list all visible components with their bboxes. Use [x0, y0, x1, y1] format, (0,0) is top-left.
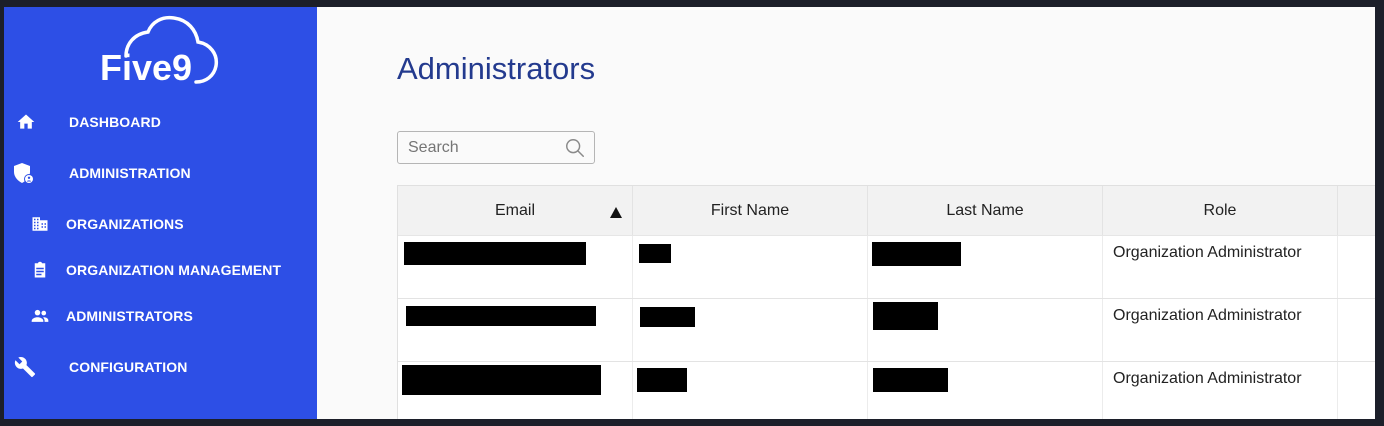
role-cell: Organization Administrator [1103, 362, 1338, 419]
sidebar-item-label: ADMINISTRATION [69, 165, 191, 181]
redacted-block [402, 365, 601, 395]
redacted-block [404, 242, 586, 265]
table-row[interactable]: Organization Administrator [398, 362, 1375, 419]
email-cell [398, 299, 633, 361]
redacted-block [637, 368, 687, 392]
sidebar-item-administrators[interactable]: ADMINISTRATORS [4, 299, 317, 333]
logo-text: Five9 [100, 47, 192, 88]
redacted-block [872, 242, 961, 266]
sidebar-item-administration[interactable]: ADMINISTRATION [4, 156, 317, 190]
table-row[interactable]: Organization Administrator [398, 299, 1375, 362]
last-name-cell [868, 299, 1103, 361]
clipboard-icon [28, 258, 52, 282]
app-window: Five9 DASHBOARD ADMINISTRATION ORGANIZAT… [0, 0, 1384, 426]
extra-cell [1338, 362, 1375, 419]
logo-cloud-icon: Five9 [100, 15, 219, 88]
first-name-cell [633, 362, 868, 419]
role-text: Organization Administrator [1113, 244, 1302, 261]
column-header-label: Email [494, 201, 535, 219]
search-icon[interactable] [564, 137, 586, 164]
sidebar-item-configuration[interactable]: CONFIGURATION [4, 350, 317, 384]
wrench-icon [13, 355, 37, 379]
first-name-cell [633, 299, 868, 361]
first-name-cell [633, 236, 868, 298]
people-icon [28, 304, 52, 328]
column-header-last-name[interactable]: Last Name [868, 186, 1103, 235]
column-header-extra [1338, 186, 1375, 235]
building-icon [28, 212, 52, 236]
page-title: Administrators [397, 51, 596, 86]
last-name-cell [868, 362, 1103, 419]
shield-user-icon [12, 161, 36, 185]
sidebar-item-organizations[interactable]: ORGANIZATIONS [4, 207, 317, 241]
email-cell [398, 236, 633, 298]
sidebar-item-organization-management[interactable]: ORGANIZATION MANAGEMENT [4, 253, 317, 287]
search-box[interactable] [397, 131, 595, 164]
sidebar-item-label: ORGANIZATION MANAGEMENT [66, 262, 282, 278]
five9-logo[interactable]: Five9 [96, 14, 226, 92]
table-row[interactable]: Organization Administrator [398, 236, 1375, 299]
sidebar: Five9 DASHBOARD ADMINISTRATION ORGANIZAT… [4, 7, 317, 419]
search-input[interactable] [398, 132, 578, 163]
sidebar-item-label: DASHBOARD [69, 114, 161, 130]
redacted-block [640, 307, 695, 327]
redacted-block [873, 368, 948, 392]
table-header: Email First Name Last Name Role [398, 186, 1375, 236]
redacted-block [873, 302, 938, 330]
role-cell: Organization Administrator [1103, 236, 1338, 298]
redacted-block [639, 244, 671, 263]
column-header-role[interactable]: Role [1103, 186, 1338, 235]
sidebar-item-dashboard[interactable]: DASHBOARD [4, 105, 317, 139]
home-icon [14, 110, 38, 134]
email-cell [398, 362, 633, 419]
administrators-table: Email First Name Last Name Role Organiza… [397, 185, 1375, 419]
role-cell: Organization Administrator [1103, 299, 1338, 361]
sidebar-item-label: ADMINISTRATORS [66, 308, 193, 324]
last-name-cell [868, 236, 1103, 298]
column-header-first-name[interactable]: First Name [633, 186, 868, 235]
role-text: Organization Administrator [1113, 307, 1302, 324]
role-text: Organization Administrator [1113, 370, 1302, 387]
sort-ascending-icon[interactable] [610, 205, 622, 223]
sidebar-item-label: CONFIGURATION [69, 359, 188, 375]
main-content: Administrators Email First Name [317, 7, 1375, 419]
column-header-label: Last Name [946, 201, 1024, 219]
sidebar-item-label: ORGANIZATIONS [66, 216, 184, 232]
column-header-label: First Name [710, 201, 790, 219]
column-header-label: Role [1203, 201, 1237, 219]
extra-cell [1338, 236, 1375, 298]
redacted-block [406, 306, 596, 326]
column-header-email[interactable]: Email [398, 186, 633, 235]
extra-cell [1338, 299, 1375, 361]
